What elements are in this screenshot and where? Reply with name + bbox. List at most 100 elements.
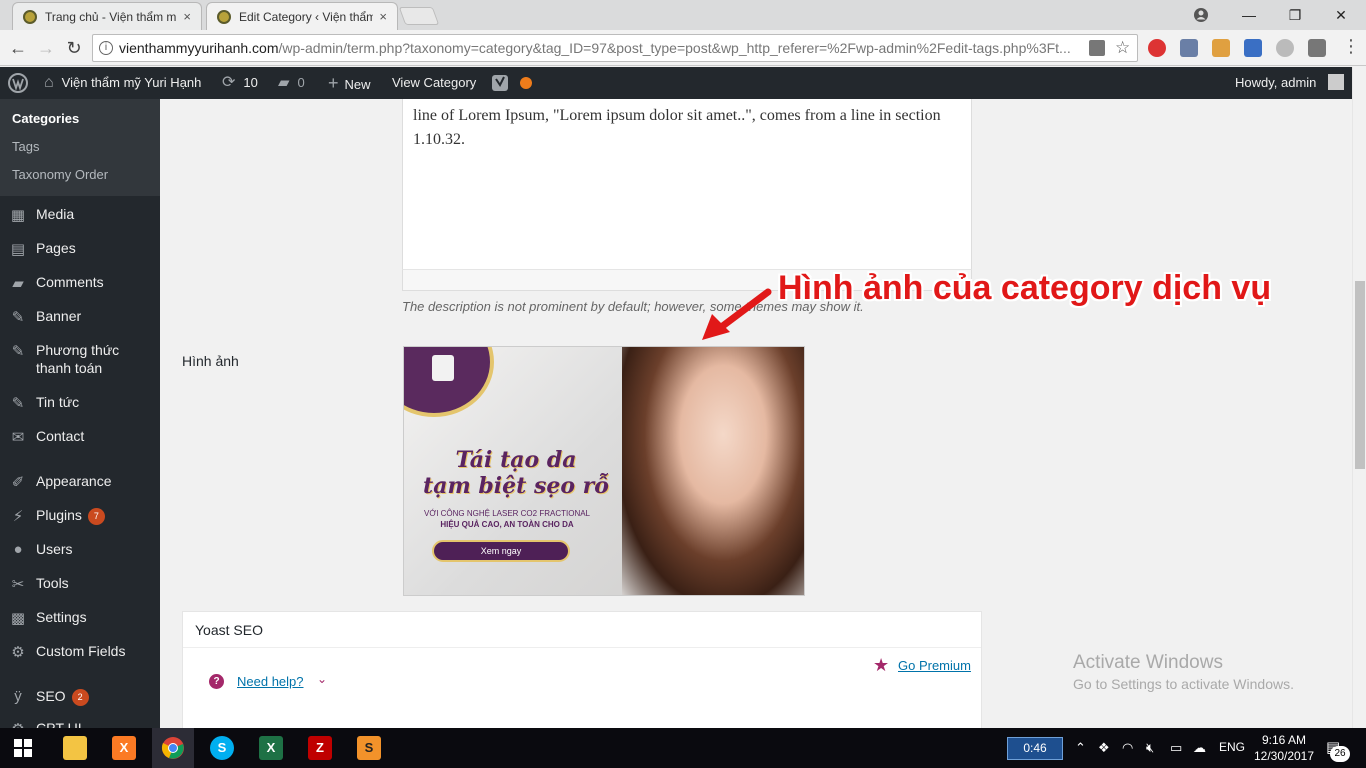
new-tab-button[interactable] xyxy=(398,7,440,25)
gear-icon: ⚙ xyxy=(11,644,25,661)
tab-close-icon[interactable]: × xyxy=(183,9,191,24)
tray-overflow-chevron-icon[interactable]: ⌃ xyxy=(1075,740,1086,756)
user-icon: ● xyxy=(13,541,23,558)
sidebar-item-label: Custom Fields xyxy=(36,643,126,659)
howdy-text: Howdy, admin xyxy=(1235,75,1317,90)
scrollbar-thumb[interactable] xyxy=(1355,281,1365,469)
onedrive-cloud-icon[interactable]: ☁ xyxy=(1193,740,1206,756)
updates-link[interactable]: ⟳ 10 xyxy=(222,67,258,99)
profile-icon[interactable] xyxy=(1178,0,1224,30)
wordpress-logo-icon[interactable] xyxy=(8,67,28,99)
tab-close-icon[interactable]: × xyxy=(379,9,387,24)
banner-headline: Tái tạo da tạm biệt sẹo rỗ xyxy=(416,447,616,499)
yoast-icon[interactable] xyxy=(491,67,509,99)
sidebar-item-label: CPT UI xyxy=(36,720,82,728)
banner-headline-line: tạm biệt sẹo rỗ xyxy=(423,473,609,499)
plus-icon: + xyxy=(328,73,339,93)
excel-icon[interactable]: X xyxy=(259,736,283,760)
windows-taskbar: X S X Z S 0:46 ⌃ ❖ ◠ 🔇︎ ▭ ☁ ENG 9:16 AM … xyxy=(0,728,1366,768)
premium-star-icon: ★ xyxy=(873,655,890,675)
extension-icon[interactable] xyxy=(1180,39,1198,57)
pages-icon: ▤ xyxy=(10,241,26,258)
chevron-down-icon[interactable]: ⌄ xyxy=(317,672,327,686)
browser-tab-bar: Trang chủ - Viện thẩm m × Edit Category … xyxy=(0,0,1366,30)
bookmark-star-icon[interactable]: ☆ xyxy=(1115,35,1130,61)
tab-edit-category[interactable]: Edit Category ‹ Viện thẩm × xyxy=(206,2,398,30)
browser-toolbar: ← → ↻ i vienthammyyurihanh.com/wp-admin/… xyxy=(0,30,1366,66)
description-text[interactable]: line of Lorem Ipsum, "Lorem ipsum dolor … xyxy=(413,104,953,152)
sublime-text-icon[interactable]: S xyxy=(357,736,381,760)
sidebar-item-label: Contact xyxy=(36,428,85,444)
need-help-link[interactable]: Need help? xyxy=(237,674,304,689)
updates-icon: ⟳ xyxy=(222,74,236,91)
annotation-callout: Hình ảnh của category dịch vụ xyxy=(778,269,1272,307)
reload-button[interactable]: ↻ xyxy=(62,36,86,60)
forward-button[interactable]: → xyxy=(34,36,58,60)
back-button[interactable]: ← xyxy=(6,36,30,60)
banner-subline: HIỆU QUẢ CAO, AN TOÀN CHO DA xyxy=(440,520,574,529)
submenu-taxonomy-order[interactable]: Taxonomy Order xyxy=(12,167,108,182)
comments-link[interactable]: ▰ 0 xyxy=(278,67,305,99)
sidebar-item-cpt-ui[interactable]: ⚙ CPT UI xyxy=(0,719,160,728)
volume-muted-icon[interactable]: 🔇︎ xyxy=(1146,740,1154,756)
tab-title: Edit Category ‹ Viện thẩm xyxy=(239,9,374,24)
help-question-icon[interactable]: ? xyxy=(209,674,224,689)
plugins-update-badge: 7 xyxy=(87,508,105,525)
dropbox-icon[interactable]: ❖ xyxy=(1098,740,1110,756)
plugins-label: Plugins xyxy=(36,507,82,523)
skype-icon[interactable]: S xyxy=(210,736,234,760)
site-favicon-icon xyxy=(217,9,231,24)
clock[interactable]: 9:16 AM 12/30/2017 xyxy=(1252,732,1316,764)
view-category-link[interactable]: View Category xyxy=(392,67,476,99)
wp-admin-bar: ⌂ Viện thẩm mỹ Yuri Hạnh ⟳ 10 ▰ 0 + New View… xyxy=(0,67,1352,99)
extension-icon[interactable] xyxy=(1212,39,1230,57)
close-window-button[interactable]: ✕ xyxy=(1318,0,1364,30)
translate-icon[interactable] xyxy=(1089,40,1105,56)
category-image[interactable]: Tái tạo da tạm biệt sẹo rỗ VỚI CÔNG NGHỆ… xyxy=(403,346,805,596)
pin-icon: ✎ xyxy=(11,395,25,412)
notification-count-badge: 26 xyxy=(1330,746,1350,762)
filezilla-icon[interactable]: Z xyxy=(308,736,332,760)
chrome-menu-icon[interactable]: ⋮ xyxy=(1342,36,1360,57)
go-premium-link[interactable]: Go Premium xyxy=(898,658,971,673)
extension-icon[interactable] xyxy=(1308,39,1326,57)
maximize-button[interactable]: ❐ xyxy=(1272,0,1318,30)
seo-notification-badge: 2 xyxy=(71,689,89,706)
site-home-link[interactable]: ⌂ Viện thẩm mỹ Yuri Hạnh xyxy=(44,67,201,99)
url-path: /wp-admin/term.php?taxonomy=category&tag… xyxy=(278,40,1071,56)
battery-icon[interactable]: ▭ xyxy=(1170,740,1182,756)
info-icon[interactable]: i xyxy=(99,41,113,55)
extension-icon[interactable] xyxy=(1276,39,1294,57)
extension-icon[interactable] xyxy=(1148,39,1166,57)
submenu-tags[interactable]: Tags xyxy=(12,139,39,154)
xampp-icon[interactable]: X xyxy=(112,736,136,760)
new-content-link[interactable]: + New xyxy=(328,67,371,99)
sidebar-item-label: Plugins 7 xyxy=(36,506,158,525)
submenu-categories[interactable]: Categories xyxy=(12,111,79,126)
brush-icon: ✐ xyxy=(11,474,25,491)
tab-homepage[interactable]: Trang chủ - Viện thẩm m × xyxy=(12,2,202,30)
sidebar-item-label: Appearance xyxy=(36,473,112,489)
file-explorer-icon[interactable] xyxy=(63,736,87,760)
page-scrollbar[interactable] xyxy=(1352,67,1366,728)
admin-sidebar: Categories Tags Taxonomy Order ▦ Media ▤… xyxy=(0,99,160,728)
banner-headline-line: Tái tạo da xyxy=(455,447,577,473)
address-bar[interactable]: i vienthammyyurihanh.com/wp-admin/term.p… xyxy=(92,34,1138,62)
plug-icon: ⚡ xyxy=(12,508,24,525)
minimize-button[interactable]: — xyxy=(1226,0,1272,30)
pin-icon: ✎ xyxy=(11,343,25,360)
clock-time: 9:16 AM xyxy=(1261,733,1307,747)
extension-icon[interactable] xyxy=(1244,39,1262,57)
chrome-taskbar-active[interactable] xyxy=(152,728,194,768)
pin-icon: ✎ xyxy=(11,309,25,326)
wifi-icon[interactable]: ◠ xyxy=(1122,740,1133,756)
site-name: Viện thẩm mỹ Yuri Hạnh xyxy=(61,75,202,90)
activate-windows-subtitle: Go to Settings to activate Windows. xyxy=(1073,676,1294,692)
timer-widget[interactable]: 0:46 xyxy=(1007,737,1063,760)
windows-start-icon[interactable] xyxy=(14,739,32,760)
wrench-icon: ✂ xyxy=(11,576,25,593)
input-language[interactable]: ENG xyxy=(1219,740,1245,754)
description-editor[interactable]: line of Lorem Ipsum, "Lorem ipsum dolor … xyxy=(402,99,972,279)
my-account-link[interactable]: Howdy, admin xyxy=(1235,67,1345,99)
sidebar-item-label: Settings xyxy=(36,609,87,625)
